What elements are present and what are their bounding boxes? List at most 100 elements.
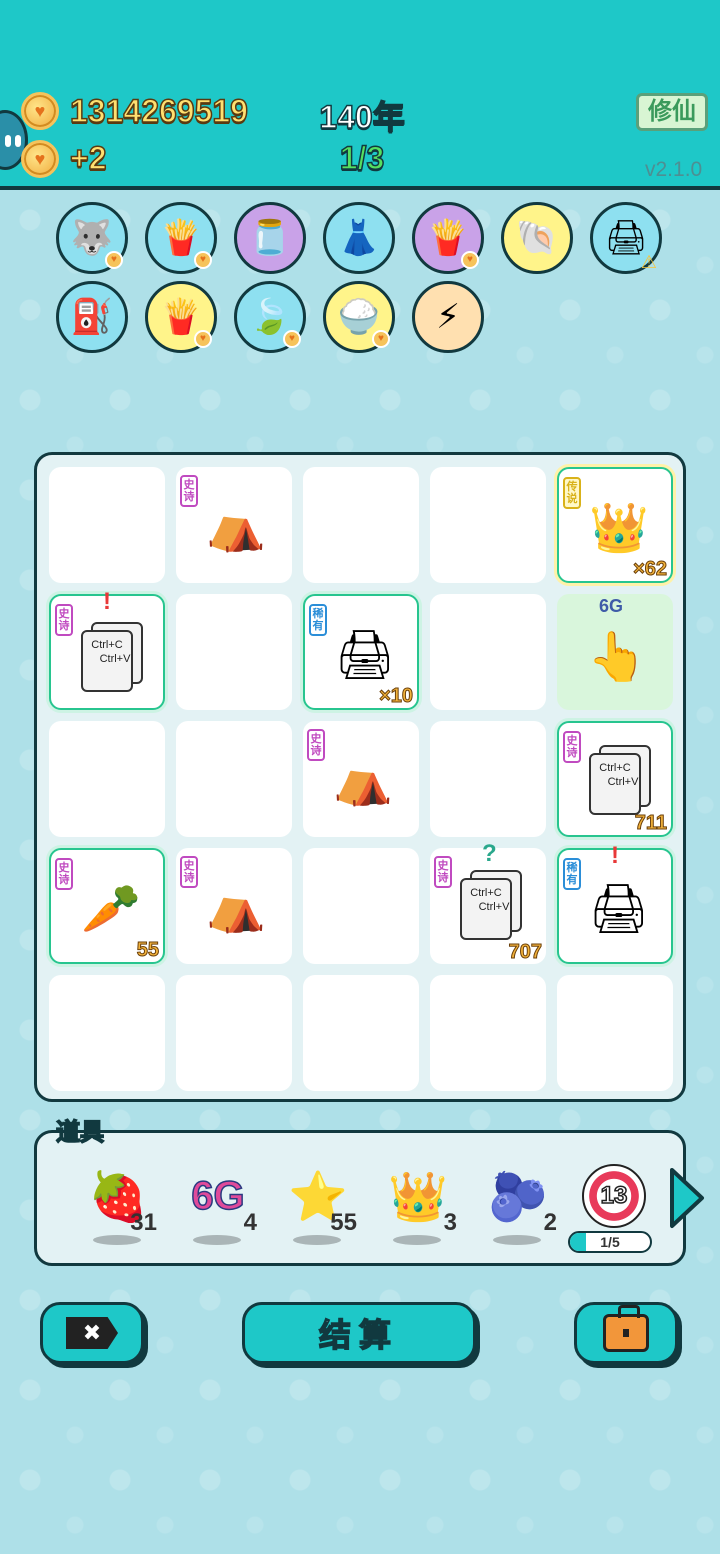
- relic-pump[interactable]: ⛽: [56, 281, 128, 353]
- board-cell-king[interactable]: 传说 👑 ×62: [557, 467, 673, 583]
- board-cell-rabbit-tent[interactable]: 史诗 ⛺: [176, 467, 292, 583]
- legendary-tag: 传说: [563, 477, 581, 509]
- prop-6g[interactable]: 6G 4: [171, 1153, 261, 1253]
- husky-icon: 🐺: [70, 219, 114, 257]
- board-cell[interactable]: [303, 975, 419, 1091]
- briefcase-icon: [603, 1305, 649, 1352]
- year-counter: 140年: [319, 98, 406, 136]
- board-cell-6g[interactable]: 6G 👆: [557, 594, 673, 710]
- relic-skirt[interactable]: 👗: [323, 202, 395, 274]
- prop-blueberry[interactable]: 🫐 2: [471, 1153, 561, 1253]
- income-coin-icon: [21, 140, 59, 178]
- target-number: 13: [600, 1181, 628, 1210]
- board-cell[interactable]: [557, 975, 673, 1091]
- board-cell[interactable]: [303, 467, 419, 583]
- epic-tag: 史诗: [434, 856, 452, 888]
- fries-icon: 🍟: [159, 219, 203, 257]
- relic-fries-purple[interactable]: 🍟 ♥: [412, 202, 484, 274]
- paste-label: Ctrl+V: [99, 653, 131, 665]
- relic-husky[interactable]: 🐺 ♥: [56, 202, 128, 274]
- board-cell-copy-paste[interactable]: ! 史诗 Ctrl+C Ctrl+V: [49, 588, 165, 710]
- prop-crown[interactable]: 👑 3: [371, 1153, 461, 1253]
- income-amount: +2: [69, 139, 107, 177]
- relic-lightning[interactable]: ⚡: [412, 281, 484, 353]
- coin-badge-icon: ♥: [461, 251, 479, 269]
- prop-count: 31: [130, 1209, 157, 1236]
- king-icon: 👑: [589, 501, 649, 555]
- prop-shadow: [393, 1235, 441, 1245]
- item-count: ×10: [379, 685, 414, 708]
- pointing-hand-icon: 👆: [587, 630, 647, 684]
- board-cell-copy-paste[interactable]: ? 史诗 Ctrl+C Ctrl+V 707: [430, 840, 546, 964]
- copy-label: Ctrl+C: [91, 639, 123, 651]
- alert-mark: !: [103, 588, 111, 615]
- board-cell[interactable]: [430, 594, 546, 710]
- jar-icon: 🫙: [248, 219, 292, 257]
- board-cell-copy-paste[interactable]: 史诗 Ctrl+C Ctrl+V 711: [557, 721, 673, 837]
- close-icon: ✖: [66, 1317, 118, 1349]
- chevron-right-icon[interactable]: [666, 1166, 706, 1230]
- board-cell-rabbit-tent[interactable]: 史诗 ⛺: [176, 848, 292, 964]
- rabbit-tent-icon: ⛺: [206, 499, 266, 553]
- crown-icon: 👑: [388, 1170, 448, 1224]
- item-count: 707: [508, 941, 542, 964]
- fries-icon: 🍟: [426, 219, 470, 257]
- board-cell[interactable]: [49, 721, 165, 837]
- board-cell[interactable]: [49, 975, 165, 1091]
- inventory-button[interactable]: [574, 1302, 678, 1364]
- board-cell-printer[interactable]: 稀有 🖨 ×10: [303, 594, 419, 710]
- board-cell-rabbit-tent[interactable]: 史诗 ⛺: [303, 721, 419, 837]
- prop-count: 3: [443, 1209, 457, 1236]
- props-title: 道具: [55, 1118, 105, 1147]
- paste-label: Ctrl+V: [607, 776, 639, 788]
- coin-badge-icon: ♥: [283, 330, 301, 348]
- prop-lychee[interactable]: 🍓 31: [71, 1153, 161, 1253]
- item-count: ×62: [633, 558, 668, 581]
- item-count: 55: [136, 939, 159, 962]
- skirt-icon: 👗: [337, 219, 381, 257]
- coin-badge-icon: ♥: [105, 251, 123, 269]
- fries-icon: 🍟: [159, 298, 203, 336]
- relic-printer[interactable]: 🖨 ⚠: [590, 202, 662, 274]
- gold-amount: 1314269519: [69, 92, 248, 130]
- board-cell-printer[interactable]: ! 稀有 🖨: [557, 842, 673, 964]
- board-cell[interactable]: [176, 594, 292, 710]
- cultivation-button[interactable]: 修仙: [636, 93, 708, 131]
- board-cell[interactable]: [176, 975, 292, 1091]
- epic-tag: 史诗: [307, 729, 325, 761]
- printer-icon: 🖨: [334, 628, 396, 682]
- relic-leaf[interactable]: 🍃 ♥: [234, 281, 306, 353]
- board-cell[interactable]: [176, 721, 292, 837]
- warning-icon: ⚠: [640, 252, 657, 272]
- shell-icon: 🐚: [515, 219, 559, 257]
- board-cell[interactable]: [430, 721, 546, 837]
- board-cell[interactable]: [430, 467, 546, 583]
- prop-count: 2: [543, 1209, 557, 1236]
- board-cell[interactable]: [49, 467, 165, 583]
- copy-label: Ctrl+C: [470, 887, 502, 899]
- six-g-icon: 6G: [183, 1161, 253, 1231]
- blueberry-icon: 🫐: [488, 1170, 548, 1224]
- prop-star[interactable]: ⭐ 55: [271, 1153, 361, 1253]
- printer-icon: 🖨: [588, 882, 650, 936]
- epic-tag: 史诗: [180, 856, 198, 888]
- rare-tag: 稀有: [563, 858, 581, 890]
- copy-label: Ctrl+C: [599, 762, 631, 774]
- relic-fries-yellow[interactable]: 🍟 ♥: [145, 281, 217, 353]
- round-progress: 1/3: [339, 139, 385, 177]
- target-icon: 13: [579, 1161, 649, 1231]
- board-cell[interactable]: [303, 848, 419, 964]
- relic-shell[interactable]: 🐚: [501, 202, 573, 274]
- rabbit-tent-icon: ⛺: [206, 880, 266, 934]
- item-count: 711: [634, 812, 667, 835]
- close-button[interactable]: ✖: [40, 1302, 144, 1364]
- board-cell-carrot[interactable]: 史诗 🥕 55: [49, 848, 165, 964]
- settle-button[interactable]: 结算: [242, 1302, 476, 1364]
- board-cell[interactable]: [430, 975, 546, 1091]
- prop-shadow: [493, 1235, 541, 1245]
- relic-rice-bowl[interactable]: 🍚 ♥: [323, 281, 395, 353]
- coin-badge-icon: ♥: [194, 330, 212, 348]
- coin-badge-icon: ♥: [194, 251, 212, 269]
- relic-jar[interactable]: 🫙: [234, 202, 306, 274]
- relic-fries[interactable]: 🍟 ♥: [145, 202, 217, 274]
